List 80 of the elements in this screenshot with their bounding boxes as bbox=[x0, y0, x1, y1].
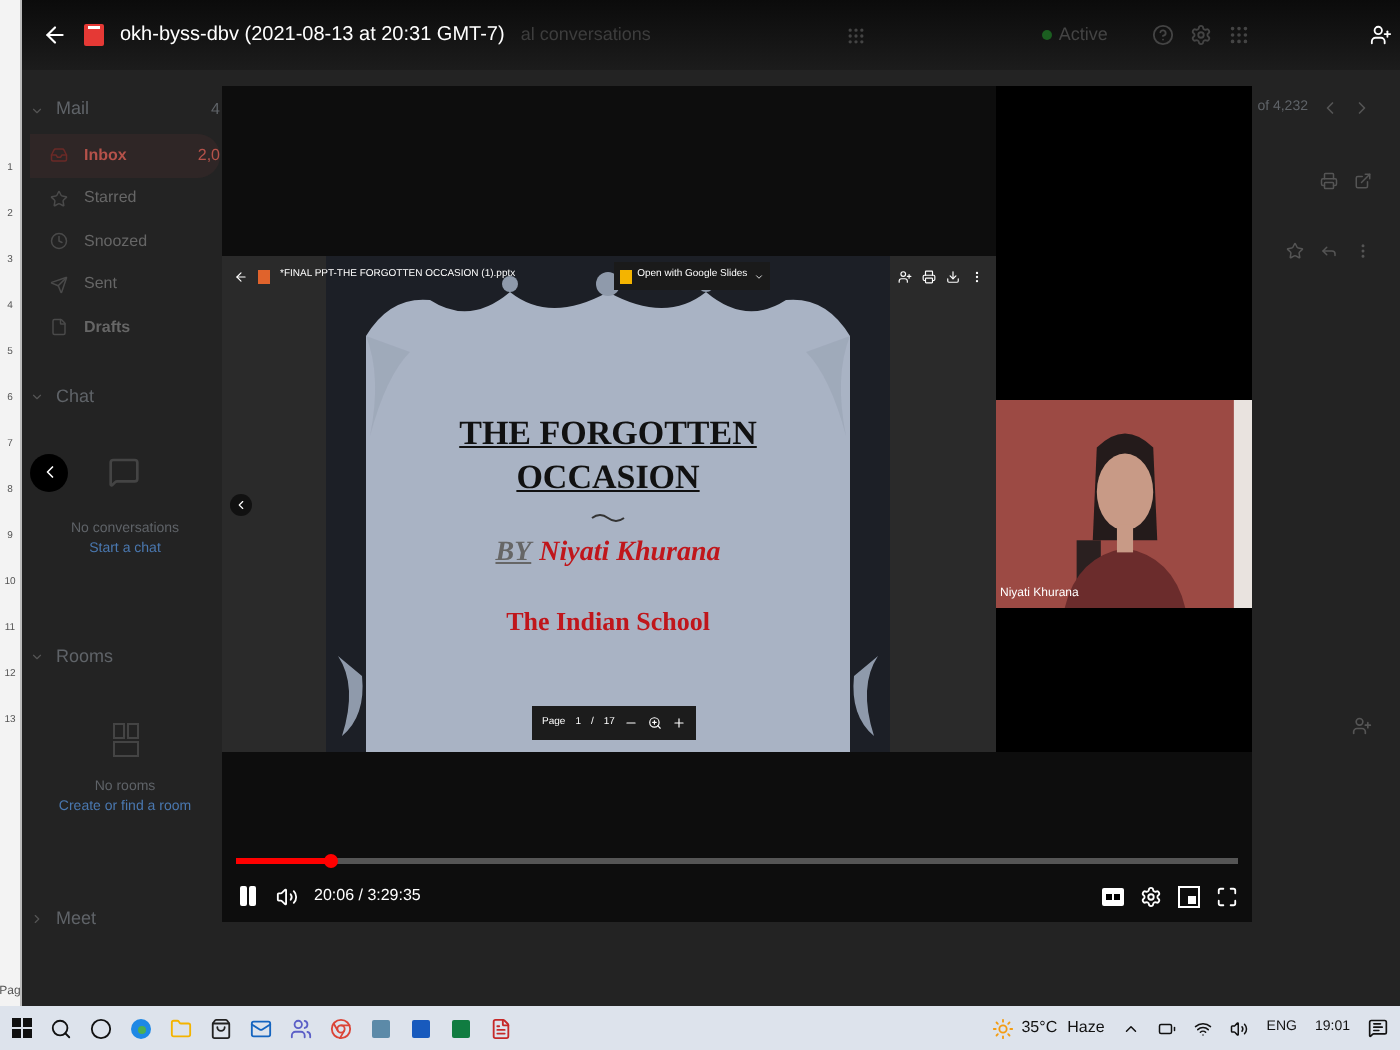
author-name: Niyati Khurana bbox=[539, 536, 721, 572]
slide-title: OCCASION bbox=[516, 456, 700, 500]
help-icon bbox=[1151, 24, 1174, 46]
zoom-icon[interactable] bbox=[648, 716, 663, 730]
pause-icon[interactable] bbox=[236, 884, 260, 908]
folder-label: Starred bbox=[84, 186, 137, 211]
slide-title: THE FORGOTTEN bbox=[459, 412, 757, 456]
section-label: Meet bbox=[56, 905, 97, 932]
search-icon[interactable] bbox=[50, 1017, 72, 1039]
folder-label: Inbox bbox=[84, 143, 127, 168]
mail-folder[interactable]: Drafts bbox=[30, 306, 220, 349]
add-person-icon bbox=[1352, 715, 1372, 735]
folder-label: Sent bbox=[84, 272, 117, 297]
folder-count: 2,0 bbox=[197, 143, 220, 168]
more-icon[interactable] bbox=[970, 269, 984, 283]
battery-icon[interactable] bbox=[1158, 1019, 1177, 1037]
rooms-icon bbox=[111, 721, 139, 757]
star-icon bbox=[1286, 241, 1304, 259]
zoom-in-icon[interactable] bbox=[672, 716, 687, 730]
expand-icon bbox=[30, 912, 44, 926]
by-text: BY bbox=[495, 536, 532, 572]
weather-text: Haze bbox=[1067, 1016, 1105, 1040]
back-icon[interactable] bbox=[42, 22, 68, 48]
file-icon[interactable] bbox=[490, 1017, 512, 1039]
flourish-icon bbox=[590, 512, 626, 524]
circle-icon[interactable] bbox=[90, 1017, 112, 1039]
external-link-icon bbox=[1354, 171, 1372, 189]
progress-track[interactable] bbox=[236, 858, 1238, 864]
folder-label: Snoozed bbox=[84, 229, 148, 254]
fullscreen-icon[interactable] bbox=[1216, 885, 1238, 907]
school-name: The Indian School bbox=[506, 604, 710, 640]
time-display: 20:06 / 3:29:35 bbox=[314, 884, 421, 908]
apps-icon bbox=[1227, 24, 1250, 46]
caret-icon bbox=[753, 271, 764, 281]
captions-icon[interactable] bbox=[1102, 887, 1124, 905]
spreadsheet-icon[interactable] bbox=[450, 1017, 472, 1039]
presentation-file-icon bbox=[258, 269, 270, 283]
miniplayer-icon[interactable] bbox=[1178, 885, 1200, 907]
notifications-icon[interactable] bbox=[1368, 1018, 1388, 1038]
slides-icon bbox=[619, 269, 632, 283]
mail-folder[interactable]: Snoozed bbox=[30, 220, 220, 263]
collapse-icon bbox=[30, 390, 44, 404]
windows-icon[interactable] bbox=[12, 1018, 32, 1038]
section-label: Chat bbox=[56, 383, 95, 410]
people-icon[interactable] bbox=[290, 1017, 312, 1039]
reply-icon bbox=[1320, 241, 1338, 259]
app-icon[interactable] bbox=[370, 1017, 392, 1039]
download-icon[interactable] bbox=[946, 269, 960, 283]
print-icon bbox=[1320, 171, 1338, 189]
bag-icon[interactable] bbox=[210, 1017, 232, 1039]
collapse-icon bbox=[30, 103, 44, 117]
settings-icon[interactable] bbox=[1140, 885, 1162, 907]
window-title: okh-byss-dbv (2021-08-13 at 20:31 GMT-7) bbox=[120, 22, 505, 50]
volume-icon[interactable] bbox=[276, 885, 298, 907]
video-file-icon bbox=[84, 24, 104, 46]
chat-icon bbox=[108, 456, 140, 488]
mail-folder[interactable]: Inbox 2,0 bbox=[30, 134, 220, 177]
mail-folder[interactable]: Sent bbox=[30, 263, 220, 306]
temperature-text: 35°C bbox=[1021, 1016, 1058, 1040]
section-label: Rooms bbox=[56, 643, 114, 670]
progress-handle[interactable] bbox=[323, 854, 338, 868]
wifi-icon[interactable] bbox=[1194, 1019, 1213, 1037]
print-icon[interactable] bbox=[922, 269, 936, 283]
settings-icon bbox=[1189, 24, 1212, 46]
mail-icon[interactable] bbox=[250, 1017, 272, 1039]
volume-icon[interactable] bbox=[1230, 1019, 1249, 1037]
back-icon[interactable] bbox=[234, 269, 248, 283]
collapse-icon bbox=[30, 650, 44, 664]
chrome-icon[interactable] bbox=[330, 1017, 352, 1039]
folder-label: Drafts bbox=[84, 315, 131, 340]
previous-button[interactable] bbox=[230, 493, 252, 515]
zoom-out-icon[interactable] bbox=[624, 716, 639, 730]
add-person-icon[interactable] bbox=[898, 269, 912, 283]
chevron-left-icon bbox=[234, 497, 248, 511]
mail-folder[interactable]: Starred bbox=[30, 177, 220, 220]
browser-icon[interactable] bbox=[130, 1017, 152, 1039]
add-person-icon[interactable] bbox=[1370, 24, 1392, 46]
document-icon[interactable] bbox=[410, 1017, 432, 1039]
section-label: Mail bbox=[56, 96, 90, 123]
mail-count: 4 bbox=[211, 98, 220, 122]
